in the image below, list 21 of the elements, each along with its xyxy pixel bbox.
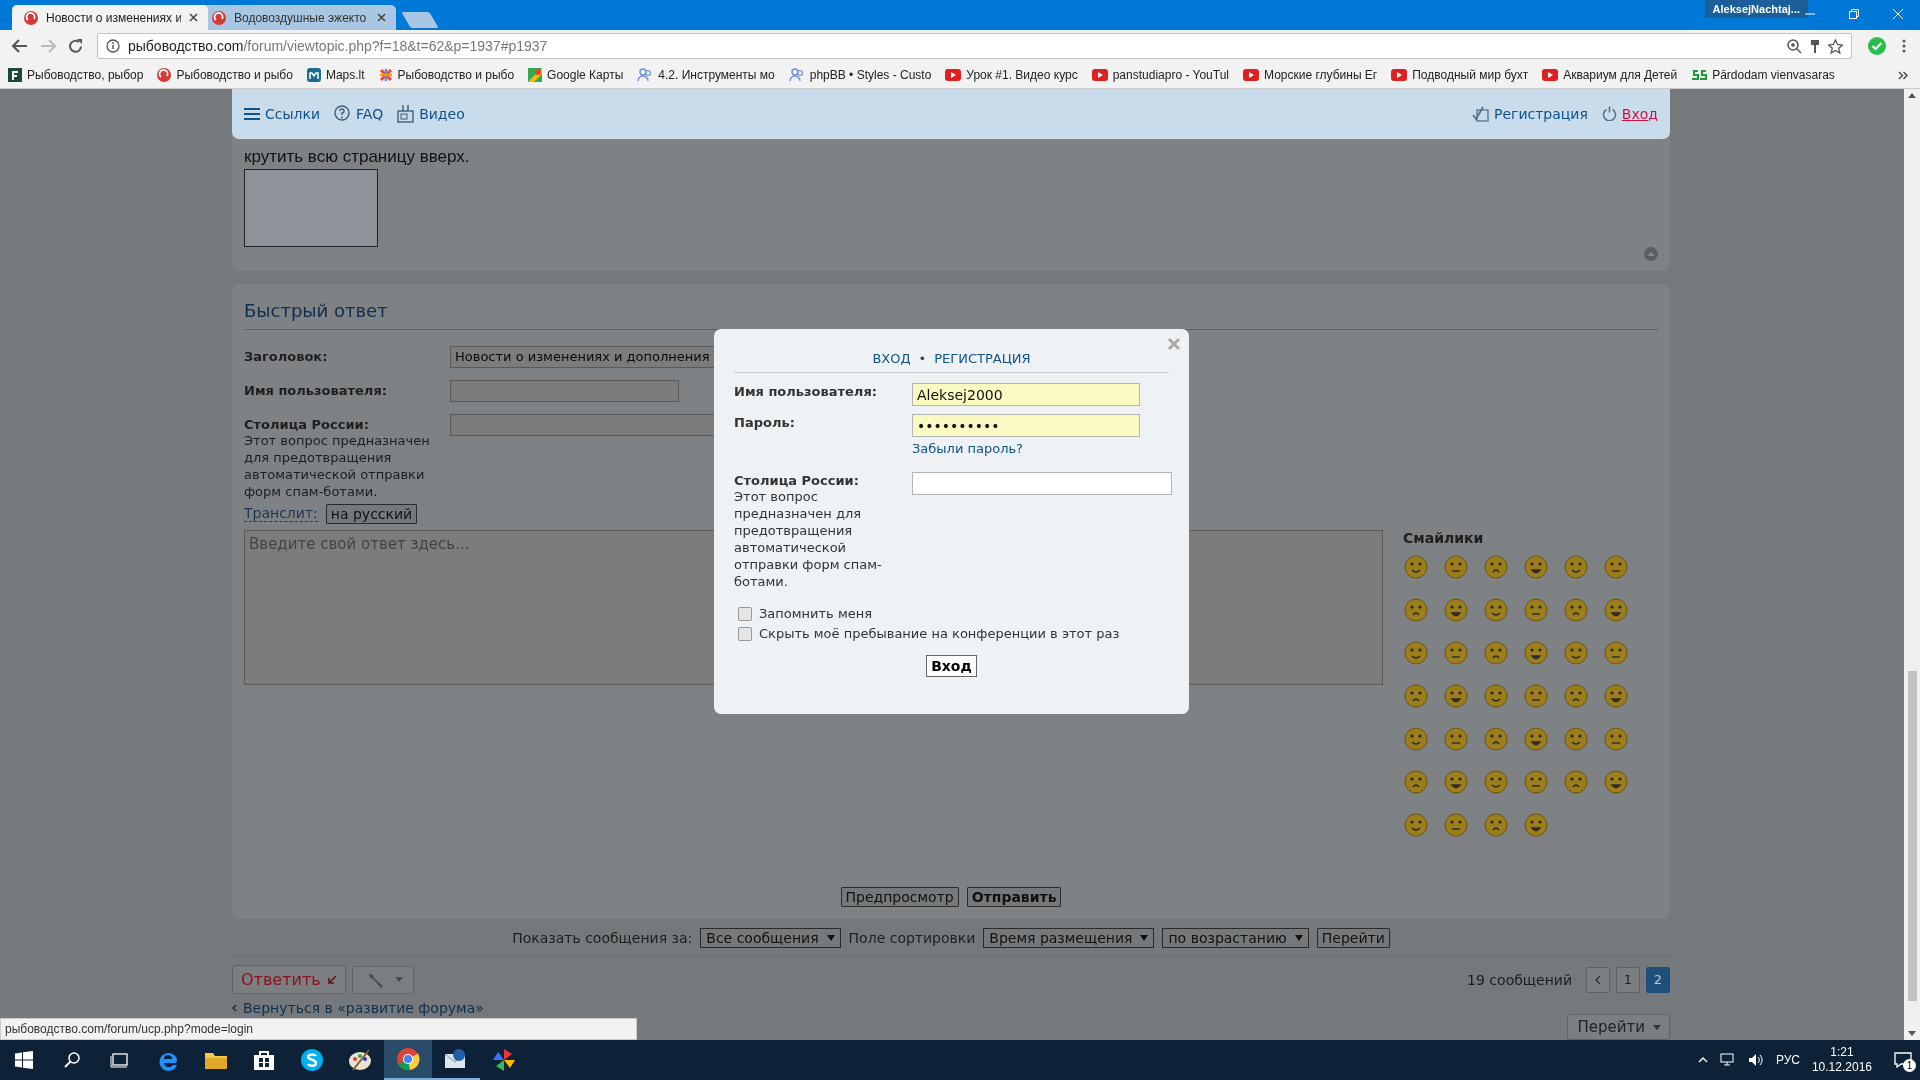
- tab-title: Новости о изменениях и: [46, 10, 181, 25]
- field-label: Столица России:: [244, 415, 370, 432]
- separator-dot: •: [918, 351, 927, 366]
- url-path: /forum/viewtopic.php?f=18&t=62&p=1937#p1937: [243, 38, 548, 54]
- smilies-title: Смайлики: [1403, 529, 1485, 546]
- url-host: рыбоводство.com: [128, 38, 244, 54]
- tab-title: Водовоздушные эжекто: [234, 10, 368, 25]
- post-text: крутить всю страницу вверх.: [244, 146, 471, 167]
- sort-label: Поле сортировки: [848, 930, 976, 946]
- field-label: Имя пользователя:: [734, 383, 878, 401]
- field-label: Заголовок:: [244, 347, 329, 364]
- field-label: Столица России:: [734, 472, 860, 488]
- status-url: рыбоводство.com/forum/ucp.php?mode=login: [0, 1018, 637, 1040]
- filter-label: Показать сообщения за:: [512, 930, 693, 946]
- translit-label: Транслит:: [244, 505, 318, 523]
- field-label: Имя пользователя:: [244, 381, 388, 398]
- field-hint: Этот вопрос предназначен для предотвращения автоматической отправки форм спам-ботами.: [244, 431, 431, 500]
- post-count: 19 сообщений: [1467, 971, 1572, 988]
- field-hint: Этот вопрос предназначен для предотвращения автоматической отправки форм спам-ботами.: [734, 488, 883, 590]
- field-label: Пароль:: [734, 414, 796, 432]
- notification-count: 1: [1903, 1059, 1916, 1072]
